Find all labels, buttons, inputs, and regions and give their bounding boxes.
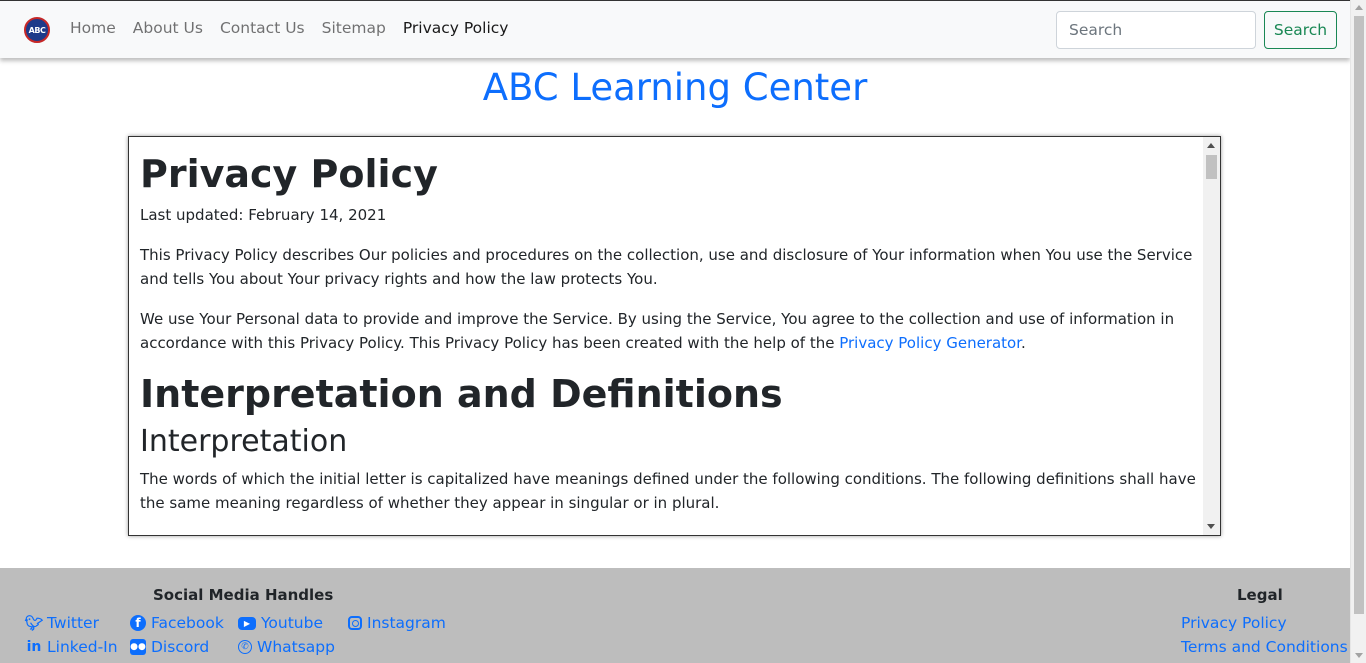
whatsapp-link[interactable]: ✆ Whatsapp — [238, 638, 335, 656]
whatsapp-label: Whatsapp — [257, 638, 335, 656]
search-button[interactable]: Search — [1264, 11, 1337, 49]
policy-content: Privacy Policy Last updated: February 14… — [140, 137, 1198, 515]
section-heading: Interpretation and Definitions — [140, 372, 783, 416]
facebook-label: Facebook — [151, 614, 224, 632]
twitter-link[interactable]: 🐦︎ Twitter — [24, 614, 99, 632]
search-input[interactable] — [1056, 11, 1256, 49]
youtube-link[interactable]: ▶ Youtube — [238, 614, 323, 632]
window-scroll-thumb[interactable] — [1354, 16, 1364, 614]
facebook-icon: f — [130, 615, 146, 631]
nav-contact-us[interactable]: Contact Us — [220, 19, 305, 37]
instagram-link[interactable]: Instagram — [348, 614, 446, 632]
footer-privacy-policy-link[interactable]: Privacy Policy — [1181, 614, 1287, 632]
footer-terms-link[interactable]: Terms and Conditions — [1181, 638, 1348, 656]
instagram-icon — [348, 616, 362, 630]
youtube-label: Youtube — [261, 614, 323, 632]
usage-text-end: . — [1021, 334, 1026, 352]
discord-label: Discord — [151, 638, 210, 656]
facebook-link[interactable]: f Facebook — [130, 614, 224, 632]
window-scroll-down-icon[interactable] — [1355, 653, 1363, 658]
nav-sitemap[interactable]: Sitemap — [322, 19, 386, 37]
nav-about-us[interactable]: About Us — [133, 19, 203, 37]
navbar: ABC Home About Us Contact Us Sitemap Pri… — [0, 0, 1350, 58]
twitter-label: Twitter — [47, 614, 99, 632]
scroll-down-arrow-icon[interactable] — [1207, 524, 1215, 529]
policy-scrollbar[interactable] — [1203, 137, 1220, 535]
policy-heading: Privacy Policy — [140, 152, 438, 196]
policy-usage-paragraph: We use Your Personal data to provide and… — [140, 307, 1198, 355]
discord-icon: ●● — [130, 639, 146, 655]
brand-logo[interactable]: ABC — [24, 17, 50, 43]
linkedin-label: Linked-In — [47, 638, 118, 656]
policy-scroll-box[interactable]: Privacy Policy Last updated: February 14… — [128, 136, 1221, 536]
window-scrollbar[interactable] — [1350, 0, 1366, 663]
interpretation-paragraph: The words of which the initial letter is… — [140, 470, 1196, 512]
nav-links: Home About Us Contact Us Sitemap Privacy… — [70, 19, 525, 37]
policy-intro-paragraph: This Privacy Policy describes Our polici… — [140, 246, 1193, 288]
linkedin-icon: in — [26, 639, 42, 655]
subsection-heading: Interpretation — [140, 424, 348, 459]
linkedin-link[interactable]: in Linked-In — [26, 638, 118, 656]
scroll-thumb[interactable] — [1206, 155, 1217, 179]
last-updated-text: Last updated: February 14, 2021 — [140, 206, 387, 224]
window-scroll-up-icon[interactable] — [1355, 5, 1363, 10]
page: ABC Home About Us Contact Us Sitemap Pri… — [0, 0, 1350, 663]
twitter-icon: 🐦︎ — [24, 614, 44, 632]
nav-home[interactable]: Home — [70, 19, 116, 37]
scroll-up-arrow-icon[interactable] — [1207, 143, 1215, 148]
footer: Social Media Handles Legal 🐦︎ Twitter f … — [0, 568, 1350, 663]
site-title: ABC Learning Center — [482, 66, 868, 109]
legal-heading: Legal — [1237, 586, 1283, 604]
nav-privacy-policy[interactable]: Privacy Policy — [403, 19, 509, 37]
youtube-icon: ▶ — [238, 616, 256, 630]
discord-link[interactable]: ●● Discord — [130, 638, 209, 656]
privacy-policy-generator-link[interactable]: Privacy Policy Generator — [839, 334, 1021, 352]
whatsapp-icon: ✆ — [238, 640, 252, 654]
social-media-heading: Social Media Handles — [153, 586, 334, 604]
instagram-label: Instagram — [367, 614, 446, 632]
